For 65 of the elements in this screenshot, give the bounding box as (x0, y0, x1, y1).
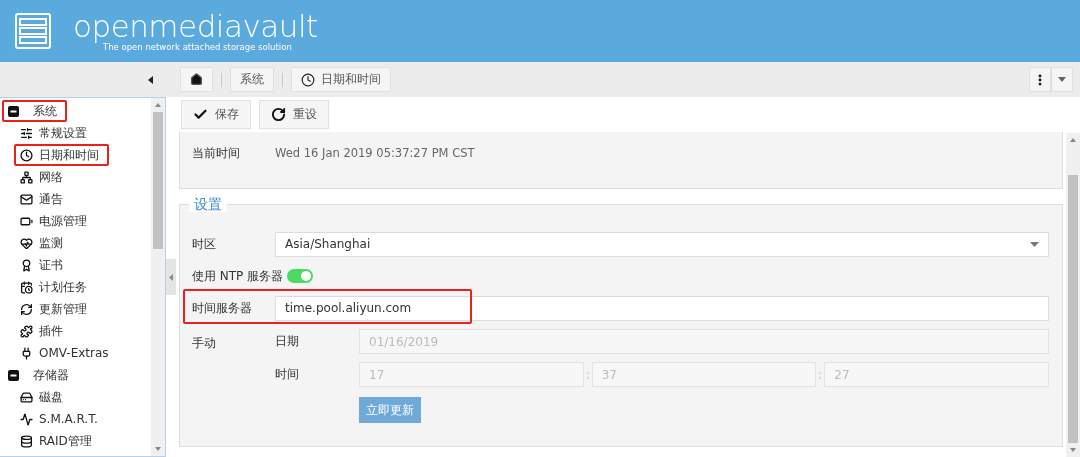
collapse-icon[interactable] (8, 105, 19, 117)
database-icon (20, 434, 33, 448)
sidebar-item[interactable]: 网络 (14, 166, 73, 188)
ntp-toggle[interactable] (287, 269, 314, 283)
refresh-icon (271, 107, 286, 122)
home-button[interactable] (180, 67, 213, 92)
more-button[interactable] (1029, 67, 1051, 92)
sidebar-item[interactable]: 监测 (14, 232, 73, 254)
network-icon (20, 170, 33, 184)
time-separator: : (817, 367, 824, 382)
collapse-icon[interactable] (8, 369, 19, 381)
clock-icon (20, 148, 33, 162)
reset-button[interactable]: 重设 (259, 100, 329, 129)
refresh-icon (20, 302, 33, 316)
dropdown-button[interactable] (1051, 67, 1073, 92)
caret-icon (1030, 241, 1039, 247)
collapse-arrow-icon[interactable] (148, 75, 153, 84)
sidebar-item[interactable]: 电源管理 (14, 210, 97, 232)
certificate-icon (20, 258, 33, 272)
hard-drive-icon (20, 390, 33, 404)
sidebar-item[interactable]: 日期和时间 (14, 144, 109, 166)
caret-icon (1058, 77, 1066, 82)
time-separator: : (584, 367, 591, 382)
field-label: 手动 (192, 335, 217, 352)
timezone-select[interactable]: Asia/Shanghai (275, 231, 1049, 257)
logo-icon (15, 13, 51, 49)
check-icon (193, 107, 208, 122)
sidebar-scrollbar[interactable] (151, 98, 165, 456)
sidebar-item[interactable]: 更新管理 (14, 298, 97, 320)
heart-icon (20, 236, 33, 250)
sidebar-item[interactable]: S.M.A.R.T. (14, 408, 108, 430)
envelope-icon (20, 192, 33, 206)
collapse-handle[interactable] (166, 259, 176, 295)
pulse-icon (20, 412, 33, 426)
sidebar-group[interactable]: 存储器 (2, 364, 79, 386)
sidebar-item[interactable]: OMV-Extras (14, 342, 119, 364)
clock-icon (301, 72, 315, 87)
sidebar-item[interactable]: RAID管理 (14, 430, 102, 452)
sidebar-item[interactable]: 磁盘 (14, 386, 73, 408)
breadcrumb-button[interactable]: 日期和时间 (291, 67, 391, 92)
field-label: 当前时间 (192, 144, 241, 162)
puzzle-icon (20, 324, 33, 338)
current-time-value: Wed 16 Jan 2019 05:37:27 PM CST (275, 146, 475, 160)
field-label: 时间 (275, 366, 300, 383)
sidebar-item[interactable]: 计划任务 (14, 276, 97, 298)
field-label: 时间服务器 (192, 299, 253, 317)
field-label: 使用 NTP 服务器 (192, 267, 284, 285)
sidebar-item[interactable]: 插件 (14, 320, 73, 342)
plug-icon (20, 346, 33, 360)
app-tagline: The open network attached storage solution (103, 42, 292, 52)
time-server-field[interactable]: time.pool.aliyun.com (275, 295, 1049, 321)
sliders-icon (20, 126, 33, 140)
sidebar-item[interactable]: 通告 (14, 188, 73, 210)
field-label: 时区 (192, 235, 217, 253)
field-label: 日期 (275, 333, 300, 350)
calendar-clock-icon (20, 280, 33, 294)
save-button[interactable]: 保存 (181, 100, 251, 129)
home-icon (190, 73, 203, 86)
sidebar-group[interactable]: 系统 (2, 100, 67, 122)
fieldset-legend: 设置 (189, 196, 227, 212)
sidebar-item[interactable]: 证书 (14, 254, 73, 276)
sidebar-item[interactable]: 常规设置 (14, 122, 97, 144)
breadcrumb-button[interactable]: 系统 (230, 67, 274, 92)
content-scrollbar[interactable] (1066, 133, 1080, 457)
app-title: openmediavault (73, 10, 318, 42)
